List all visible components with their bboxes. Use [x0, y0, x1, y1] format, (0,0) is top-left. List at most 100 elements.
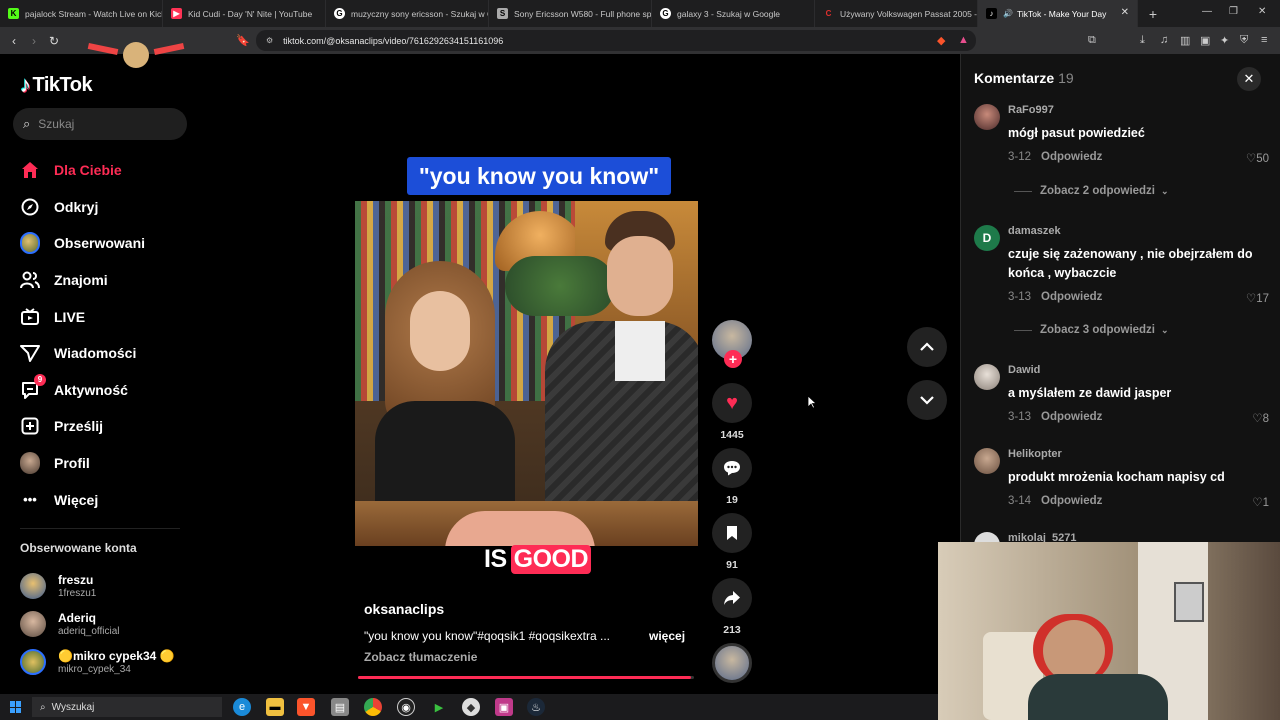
chrome-icon[interactable] [364, 698, 382, 716]
video-progress-bar[interactable] [358, 676, 694, 679]
nav-item-friends[interactable]: Znajomi [20, 262, 145, 299]
browser-tab[interactable]: ▶ Kid Cudi - Day 'N' Nite | YouTube [163, 0, 326, 27]
divider [20, 528, 180, 529]
browser-tab-active[interactable]: ♪ 🔊 TikTok - Make Your Day ✕ [978, 0, 1138, 27]
comment-button[interactable]: 19 [712, 448, 752, 506]
nav-item-following[interactable]: Obserwowani [20, 225, 145, 262]
avatar[interactable] [974, 364, 1000, 390]
close-tab-icon[interactable]: ✕ [1121, 7, 1129, 18]
tiktok-logo[interactable]: ♪ TikTok [20, 72, 93, 98]
shields-icon[interactable]: ◆ [937, 34, 945, 47]
more-button[interactable]: więcej [649, 629, 685, 643]
reload-icon[interactable]: ↻ [44, 34, 64, 48]
close-window-icon[interactable]: ✕ [1258, 6, 1266, 17]
reply-button[interactable]: Odpowiedz [1041, 411, 1102, 423]
video-player[interactable] [355, 201, 698, 546]
comment-username[interactable]: Helikopter [1008, 448, 1062, 460]
media-icon[interactable]: ♫ [1160, 34, 1168, 46]
browser-tab[interactable]: C Używany Volkswagen Passat 2005 - a [815, 0, 978, 27]
nav-label: Znajomi [54, 272, 108, 289]
video-author[interactable]: oksanaclips [364, 601, 444, 617]
tab-title: galaxy 3 - Szukaj w Google [677, 8, 780, 19]
comments-title: Komentarze [974, 70, 1055, 86]
site-info-icon[interactable]: ⚙ [266, 36, 273, 45]
nav-item-profile[interactable]: Profil [20, 445, 145, 482]
comment-text: czuje się zażenowany , nie obejrzałem do… [1008, 247, 1253, 280]
previous-video-button[interactable] [907, 327, 947, 367]
avatar[interactable] [974, 104, 1000, 130]
address-bar[interactable]: ⚙ tiktok.com/@oksanaclips/video/76162926… [256, 30, 976, 51]
sidebar-toggle-icon[interactable]: ▥ [1180, 34, 1190, 47]
nav-item-for-you[interactable]: Dla Ciebie [20, 152, 145, 189]
nav-item-more[interactable]: ••• Więcej [20, 481, 145, 518]
followed-account[interactable]: 🟡mikro cypek34 🟡 mikro_cypek_34 [20, 643, 175, 681]
avatar [20, 649, 46, 675]
app-icon[interactable]: ◆ [462, 698, 480, 716]
nav-item-messages[interactable]: Wiadomości [20, 335, 145, 372]
app-icon[interactable]: ▤ [331, 698, 349, 716]
leo-ai-icon[interactable]: ✦ [1220, 34, 1229, 47]
followed-account[interactable]: Aderiq aderiq_official [20, 605, 175, 643]
nav-item-live[interactable]: LIVE [20, 298, 145, 335]
restore-icon[interactable]: ❐ [1229, 6, 1238, 17]
browser-tab[interactable]: S Sony Ericsson W580 - Full phone spe [489, 0, 652, 27]
search-input[interactable] [38, 117, 159, 131]
save-button[interactable]: 91 [712, 513, 752, 571]
nav-item-explore[interactable]: Odkryj [20, 189, 145, 226]
author-avatar-button[interactable]: + [712, 320, 752, 368]
reply-button[interactable]: Odpowiedz [1041, 495, 1102, 507]
app-icon[interactable]: ▣ [495, 698, 513, 716]
browser-tab[interactable]: K pajalock Stream - Watch Live on Kick [0, 0, 163, 27]
like-button[interactable]: ♥ 1445 [712, 383, 752, 441]
game-icon[interactable]: ▶ [430, 698, 448, 716]
steam-icon[interactable]: ♨ [527, 698, 545, 716]
reply-button[interactable]: Odpowiedz [1041, 151, 1102, 163]
nav-item-activity[interactable]: 9 Aktywność [20, 372, 145, 409]
vpn-icon[interactable]: ⛨ [1240, 34, 1248, 47]
rewards-icon[interactable]: ▲ [958, 34, 969, 46]
wallet-icon[interactable]: ▣ [1200, 34, 1210, 47]
sound-disc[interactable] [712, 643, 752, 683]
minimize-icon[interactable]: — [1202, 6, 1212, 17]
back-icon[interactable]: ‹ [4, 34, 24, 48]
follow-plus-icon[interactable]: + [724, 350, 742, 368]
next-video-button[interactable] [907, 380, 947, 420]
forward-icon[interactable]: › [24, 34, 44, 48]
messages-icon [20, 343, 40, 363]
translate-link[interactable]: Zobacz tłumaczenie [364, 650, 477, 664]
reply-button[interactable]: Odpowiedz [1041, 291, 1102, 303]
windows-start-icon[interactable] [10, 701, 22, 713]
nav-item-upload[interactable]: Prześlij [20, 408, 145, 445]
share-button[interactable]: 213 [712, 578, 752, 636]
mouse-cursor-icon [807, 395, 817, 409]
edge-icon[interactable]: e [233, 698, 251, 716]
close-comments-button[interactable]: ✕ [1237, 67, 1261, 91]
avatar[interactable]: D [974, 225, 1000, 251]
browser-tab[interactable]: G galaxy 3 - Szukaj w Google [652, 0, 815, 27]
comment-like-button[interactable]: ♡8 [1252, 411, 1269, 425]
comment-like-button[interactable]: ♡1 [1252, 495, 1269, 509]
comment-like-button[interactable]: ♡50 [1246, 151, 1269, 165]
comment-like-button[interactable]: ♡17 [1246, 291, 1269, 305]
new-tab-button[interactable]: + [1142, 6, 1164, 22]
followed-account[interactable]: freszu 1freszu1 [20, 567, 175, 605]
brave-icon[interactable]: ▼ [297, 698, 315, 716]
taskbar-search[interactable]: ⌕ Wyszukaj [32, 697, 222, 717]
menu-icon[interactable]: ≡ [1261, 34, 1267, 46]
view-replies-button[interactable]: Zobacz 2 odpowiedzi ⌄ [1014, 185, 1169, 197]
view-replies-button[interactable]: Zobacz 3 odpowiedzi ⌄ [1014, 324, 1169, 336]
download-icon[interactable]: ⤓ [1140, 34, 1145, 47]
avatar[interactable] [974, 448, 1000, 474]
search-box[interactable]: ⌕ [13, 108, 187, 140]
comment-username[interactable]: RaFo997 [1008, 104, 1054, 116]
comment-username[interactable]: Dawid [1008, 364, 1040, 376]
comment-icon [712, 448, 752, 488]
bookmark-icon[interactable]: 🔖 [236, 34, 250, 47]
nav-label: Odkryj [54, 198, 99, 215]
browser-tab[interactable]: G muzyczny sony ericsson - Szukaj w G [326, 0, 489, 27]
comment-like-count: 1 [1262, 497, 1269, 509]
comment-username[interactable]: damaszek [1008, 225, 1061, 237]
file-explorer-icon[interactable]: ▬ [266, 698, 284, 716]
extensions-icon[interactable]: ⧉ [1088, 34, 1096, 47]
obs-icon[interactable]: ◉ [397, 698, 415, 716]
